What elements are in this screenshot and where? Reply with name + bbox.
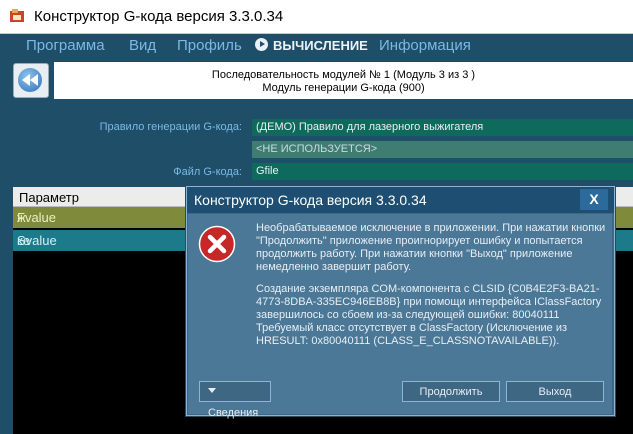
menu-calculation-label: ВЫЧИСЛЕНИЕ (273, 38, 368, 53)
row-value-fragment: ке (17, 233, 31, 248)
file-field[interactable]: Gfile (252, 163, 633, 180)
dialog-message-primary: Необрабатываемое исключение в приложении… (256, 222, 606, 273)
back-double-arrow-icon (18, 68, 42, 92)
play-icon (255, 38, 268, 51)
window-title: Конструктор G-кода версия 3.3.0.34 (34, 8, 284, 25)
sequence-panel: Последовательность модулей № 1 (Модуль 3… (54, 62, 633, 99)
triangle-down-icon (208, 388, 216, 393)
dialog-message-detail: Создание экземпляра COM-компонента с CLS… (256, 283, 602, 347)
details-button-label: Сведения (208, 407, 259, 419)
rule-label: Правило генерации G-кода: (99, 121, 242, 133)
sequence-line-2: Модуль генерации G-кода (900) (262, 82, 425, 94)
unused-field[interactable]: <НЕ ИСПОЛЬЗУЕТСЯ> (252, 141, 633, 158)
menu-calculation[interactable]: ВЫЧИСЛЕНИЕ (255, 38, 368, 53)
menu-profile[interactable]: Профиль (177, 37, 242, 54)
dialog-close-button[interactable]: X (580, 189, 608, 210)
menu-program[interactable]: Программа (26, 37, 105, 54)
row-value-fragment: ж (17, 210, 26, 225)
menu-information[interactable]: Информация (379, 37, 471, 54)
continue-button[interactable]: Продолжить (402, 381, 500, 402)
menu-bar: Программа Вид Профиль ВЫЧИСЛЕНИЕ Информа… (0, 34, 633, 60)
dialog-titlebar: Конструктор G-кода версия 3.3.0.34 X (187, 187, 614, 213)
window-titlebar: Конструктор G-кода версия 3.3.0.34 (0, 0, 633, 34)
menu-view[interactable]: Вид (129, 37, 156, 54)
sequence-line-1: Последовательность модулей № 1 (Модуль 3… (211, 69, 476, 81)
app-icon (10, 9, 24, 22)
file-label: Файл G-кода: (173, 166, 242, 178)
dialog-body: Необрабатываемое исключение в приложении… (188, 214, 612, 419)
details-button[interactable]: Сведения (199, 381, 271, 419)
back-button[interactable] (13, 63, 49, 98)
rule-select[interactable]: (ДЕМО) Правило для лазерного выжигателя (252, 119, 633, 136)
error-icon (198, 225, 236, 263)
column-header-parameter[interactable]: Параметр (19, 190, 79, 205)
dialog-title: Конструктор G-кода версия 3.3.0.34 (194, 192, 427, 208)
exit-button[interactable]: Выход (506, 381, 604, 402)
error-dialog: Конструктор G-кода версия 3.3.0.34 X Нео… (186, 186, 615, 419)
